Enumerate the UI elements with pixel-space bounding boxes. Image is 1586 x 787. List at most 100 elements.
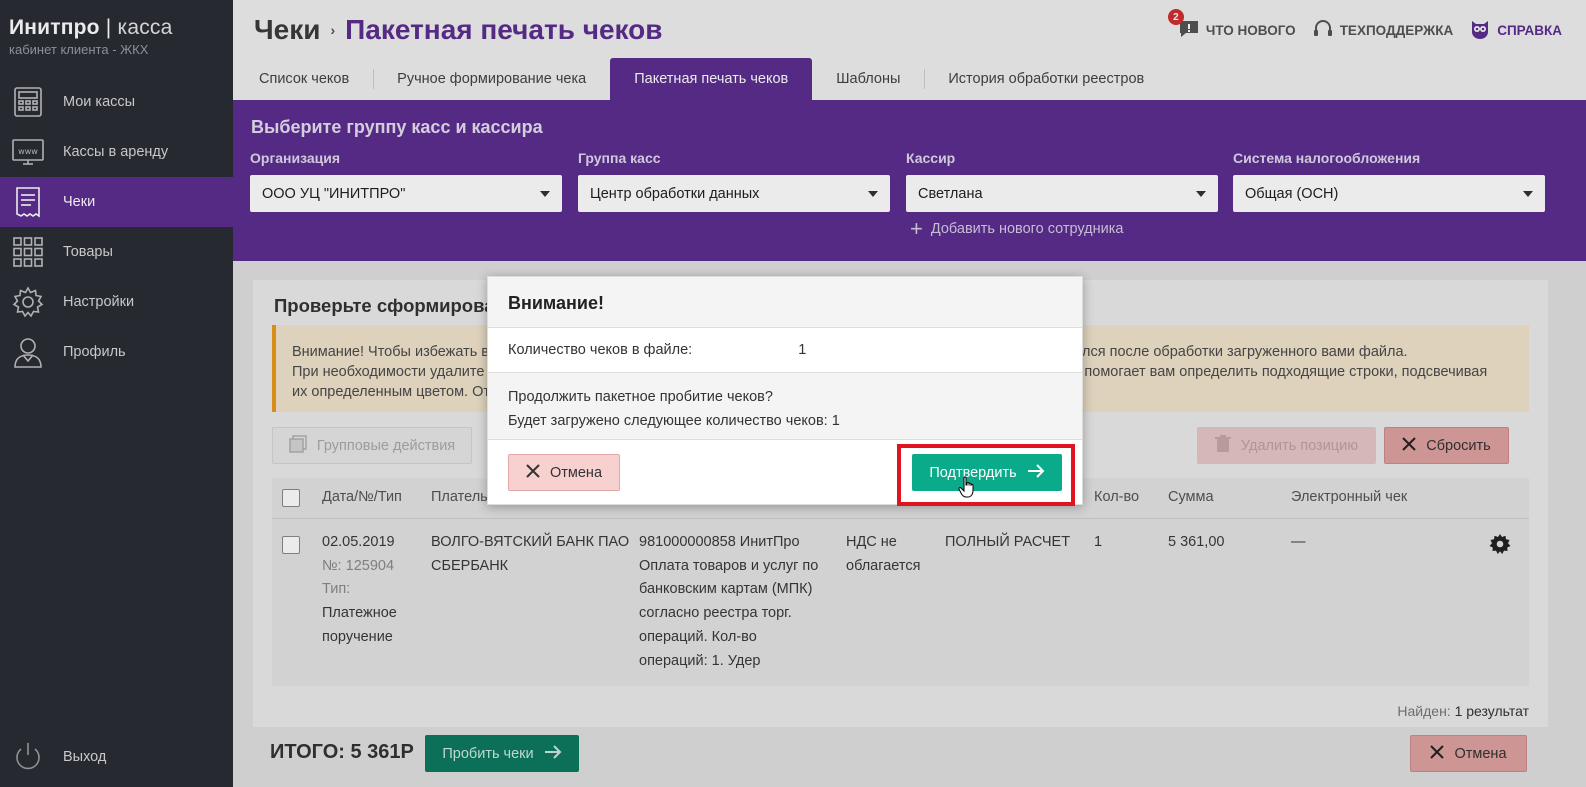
column-qty[interactable]: Кол-во — [1094, 489, 1139, 505]
sidebar-nav: Мои кассы www Кассы в аренду Чеки Товары… — [0, 77, 233, 377]
group-actions-button[interactable]: Групповые действия — [272, 427, 472, 464]
sidebar-item-my-cashboxes[interactable]: Мои кассы — [0, 77, 233, 127]
tax-system-select[interactable]: Общая (ОСН) — [1233, 175, 1545, 212]
tax-system-field: Система налогообложения Общая (ОСН) — [1233, 150, 1545, 212]
reset-label: Сбросить — [1426, 437, 1491, 454]
card-title: Проверьте сформирова — [274, 295, 495, 316]
tab-receipt-list[interactable]: Список чеков — [235, 58, 373, 100]
logout-button[interactable]: Выход — [0, 727, 233, 787]
sidebar-item-label: Профиль — [63, 344, 126, 360]
dialog-cancel-label: Отмена — [549, 464, 603, 481]
trash-icon — [1214, 434, 1231, 457]
support-link[interactable]: ТЕХПОДДЕРЖКА — [1312, 18, 1454, 43]
chevron-down-icon — [540, 190, 550, 197]
hand-cursor-icon — [958, 476, 974, 498]
row-checkbox[interactable] — [282, 536, 300, 554]
tab-templates[interactable]: Шаблоны — [812, 58, 924, 100]
column-sum[interactable]: Сумма — [1168, 489, 1214, 505]
sidebar-item-rent-cashboxes[interactable]: www Кассы в аренду — [0, 127, 233, 177]
close-icon — [1402, 436, 1416, 455]
support-label: ТЕХПОДДЕРЖКА — [1339, 23, 1454, 38]
delete-position-button[interactable]: Удалить позицию — [1197, 427, 1376, 464]
receipt-icon — [10, 184, 46, 220]
sidebar-item-label: Мои кассы — [63, 94, 136, 110]
cell-date: 02.05.2019 №: 125904 Тип: Платежное пору… — [322, 534, 397, 645]
top-links: 2 ЧТО НОВОГО ТЕХПОДДЕРЖКА СПРАВКА — [1167, 9, 1562, 43]
count-value: 1 — [798, 342, 807, 358]
cell-sum: 5 361,00 — [1168, 534, 1225, 550]
layers-icon — [289, 434, 307, 457]
filter-title: Выберите группу касс и кассира — [251, 117, 543, 137]
sidebar-item-profile[interactable]: Профиль — [0, 327, 233, 377]
cell-echeck: — — [1291, 534, 1306, 550]
brand-name: Инитпро | касса — [9, 16, 173, 39]
tab-bar: Список чеков Ручное формирование чека Па… — [233, 58, 1586, 100]
grid-icon — [10, 234, 46, 270]
field-label: Организация — [250, 150, 341, 166]
cashbox-group-select[interactable]: Центр обработки данных — [578, 175, 890, 212]
add-employee-link[interactable]: + Добавить нового сотрудника — [910, 218, 1124, 240]
cell-payer: ВОЛГО-ВЯТСКИЙ БАНК ПАО СБЕРБАНК — [431, 534, 630, 574]
confirm-button[interactable]: Подтвердить — [912, 454, 1062, 491]
gear-icon — [10, 284, 46, 320]
organization-select[interactable]: ООО УЦ "ИНИТПРО" — [250, 175, 562, 212]
breadcrumb: Чеки › Пакетная печать чеков — [254, 14, 663, 46]
whats-new-link[interactable]: 2 ЧТО НОВОГО — [1167, 9, 1296, 43]
process-label: Пробить чеки — [442, 745, 534, 762]
chevron-down-icon — [1523, 190, 1533, 197]
cancel-label: Отмена — [1454, 745, 1507, 762]
www-monitor-icon: www — [10, 134, 46, 170]
chevron-down-icon — [868, 190, 878, 197]
headset-icon — [1312, 18, 1334, 43]
sidebar-item-settings[interactable]: Настройки — [0, 277, 233, 327]
cell-calc-type: ПОЛНЫЙ РАСЧЕТ — [945, 534, 1071, 550]
cancel-button[interactable]: Отмена — [1410, 735, 1527, 772]
organization-field: Организация ООО УЦ "ИНИТПРО" — [250, 150, 562, 212]
sidebar-item-label: Кассы в аренду — [63, 144, 169, 160]
column-payer[interactable]: Платель — [431, 489, 488, 505]
cell-nds: НДС не облагается — [846, 534, 921, 574]
tab-manual-receipt[interactable]: Ручное формирование чека — [373, 58, 610, 100]
footer-bar: ИТОГО: 5 361Р Пробить чеки Отмена — [233, 727, 1586, 787]
logout-label: Выход — [63, 749, 107, 765]
help-link[interactable]: СПРАВКА — [1469, 18, 1562, 43]
sidebar: Инитпро | касса кабинет клиента - ЖКХ Мо… — [0, 0, 233, 787]
whats-new-label: ЧТО НОВОГО — [1205, 23, 1296, 38]
arrow-right-icon — [1027, 463, 1045, 482]
tab-registry-history[interactable]: История обработки реестров — [924, 58, 1168, 100]
close-icon — [1430, 744, 1445, 763]
cashier-field: Кассир Светлана — [906, 150, 1218, 212]
cell-purpose: 981000000858 ИнитПро Оплата товаров и ус… — [639, 534, 819, 669]
add-employee-label: Добавить нового сотрудника — [930, 221, 1124, 237]
column-date[interactable]: Дата/№/Тип — [322, 489, 402, 505]
close-icon — [526, 463, 540, 482]
arrow-right-icon — [544, 744, 562, 763]
breadcrumb-root[interactable]: Чеки — [254, 14, 320, 46]
cashbox-group-field: Группа касс Центр обработки данных — [578, 150, 890, 212]
field-label: Группа касс — [578, 150, 661, 166]
dialog-cancel-button[interactable]: Отмена — [508, 454, 620, 491]
cell-qty: 1 — [1094, 534, 1103, 550]
group-actions-label: Групповые действия — [316, 437, 456, 454]
dialog-load-info: Будет загружено следующее количество чек… — [508, 413, 840, 429]
dialog-title: Внимание! — [488, 277, 1082, 328]
process-receipts-button[interactable]: Пробить чеки — [425, 735, 579, 772]
column-echeck[interactable]: Электронный чек — [1291, 489, 1407, 505]
reset-button[interactable]: Сбросить — [1384, 427, 1509, 464]
brand-logo[interactable]: Инитпро | касса кабинет клиента - ЖКХ — [9, 16, 172, 57]
select-value: ООО УЦ "ИНИТПРО" — [262, 185, 406, 202]
cashier-select[interactable]: Светлана — [906, 175, 1218, 212]
confirm-dialog: Внимание! Количество чеков в файле: 1 Пр… — [487, 276, 1083, 506]
sidebar-item-label: Чеки — [63, 194, 96, 210]
notification-badge: 2 — [1167, 9, 1184, 25]
gear-icon[interactable] — [1489, 533, 1511, 564]
tab-batch-print[interactable]: Пакетная печать чеков — [610, 58, 813, 100]
results-count: Найден: 1 результат — [1397, 703, 1529, 719]
field-label: Кассир — [906, 150, 956, 166]
select-all-checkbox[interactable] — [282, 489, 300, 507]
sidebar-item-label: Товары — [63, 244, 113, 260]
sidebar-item-receipts[interactable]: Чеки — [0, 177, 233, 227]
dialog-message: Продолжить пакетное пробитие чеков? Буде… — [488, 373, 1082, 440]
sidebar-item-products[interactable]: Товары — [0, 227, 233, 277]
page-header: Чеки › Пакетная печать чеков 2 ЧТО НОВОГ… — [233, 0, 1586, 58]
